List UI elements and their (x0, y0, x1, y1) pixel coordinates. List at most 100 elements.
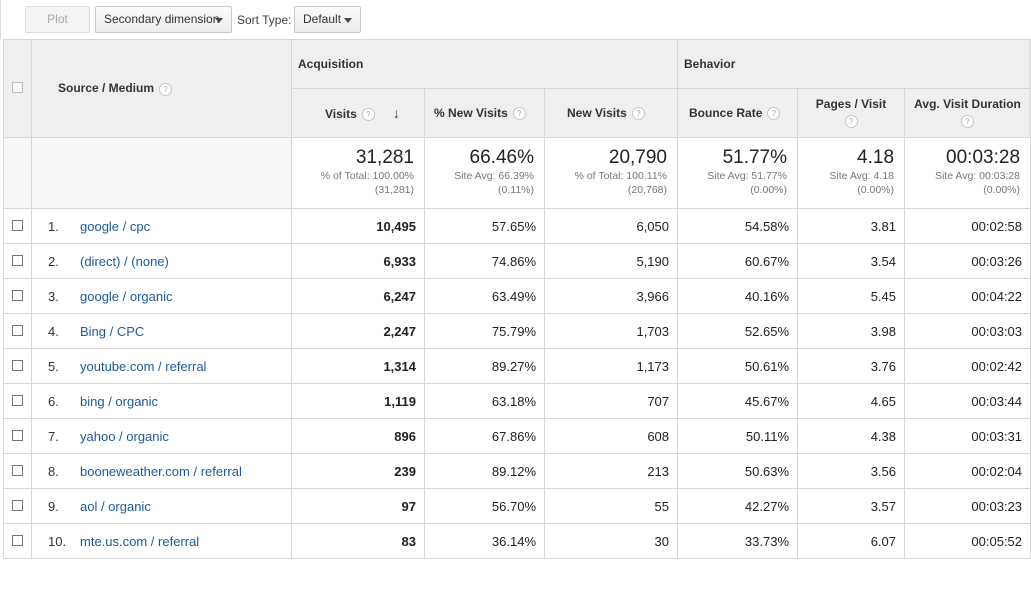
row-index: 9. (48, 498, 59, 514)
visits-cell: 97 (291, 488, 425, 524)
avg-duration-cell: 00:04:22 (904, 278, 1031, 314)
report-table: Source / Medium? Acquisition Behavior Vi… (3, 39, 1031, 559)
row-checkbox[interactable] (12, 254, 23, 266)
totals-spacer (3, 137, 32, 209)
bounce-rate-cell: 42.27% (677, 488, 799, 524)
pages-visit-header[interactable]: Pages / Visit? (797, 88, 906, 138)
source-medium-link[interactable]: (direct) / (none) (80, 254, 169, 269)
pct-new-visits-cell: 63.18% (424, 383, 545, 419)
pct-new-visits-cell: 67.86% (424, 418, 545, 454)
behavior-group-header: Behavior (677, 39, 1031, 89)
total-sub: (31,281) (374, 184, 414, 196)
source-medium-link[interactable]: mte.us.com / referral (80, 534, 199, 549)
bounce-rate-cell: 50.63% (677, 453, 799, 489)
new-visits-cell: 5,190 (543, 243, 679, 279)
source-medium-link[interactable]: youtube.com / referral (80, 359, 206, 374)
total-sub: Site Avg: 51.77% (707, 170, 788, 182)
new-visits-cell: 6,050 (543, 208, 679, 244)
help-icon[interactable]: ? (159, 82, 173, 96)
acquisition-group-header: Acquisition (290, 39, 679, 89)
avg-duration-cell: 00:03:26 (904, 243, 1031, 279)
row-select-cell (3, 278, 32, 314)
total-value: 51.77% (722, 147, 788, 168)
row-index: 10. (48, 533, 67, 549)
bounce-rate-cell: 50.11% (677, 418, 799, 454)
help-icon[interactable]: ? (631, 107, 645, 121)
row-checkbox[interactable] (12, 219, 23, 231)
pct-new-visits-cell: 57.65% (424, 208, 545, 244)
group-header-row: Source / Medium? Acquisition Behavior (3, 39, 1031, 138)
source-medium-header[interactable]: Source / Medium? (31, 39, 292, 138)
total-sub: Site Avg: 00:03:28 (934, 170, 1021, 182)
new-visits-cell: 1,703 (543, 313, 679, 349)
total-sub: (0.00%) (750, 184, 788, 196)
secondary-dimension-dropdown[interactable]: Secondary dimension (95, 6, 232, 33)
totals-label-cell (31, 137, 292, 209)
row-select-cell (3, 208, 32, 244)
new-visits-cell: 608 (543, 418, 679, 454)
total-avg-duration-cell: 00:03:28 Site Avg: 00:03:28 (0.00%) (904, 137, 1031, 209)
pct-new-visits-header[interactable]: % New Visits? (424, 88, 545, 138)
help-icon[interactable]: ? (844, 115, 858, 129)
report-toolbar: Plot Rows Secondary dimension Sort Type:… (0, 0, 1031, 51)
total-sub: % of Total: 100.11% (574, 170, 668, 182)
row-checkbox[interactable] (12, 359, 23, 371)
row-checkbox[interactable] (12, 464, 23, 476)
avg-duration-cell: 00:03:03 (904, 313, 1031, 349)
help-icon[interactable]: ? (961, 115, 975, 129)
source-medium-cell: 2. (direct) / (none) (31, 243, 292, 279)
total-sub: (0.00%) (983, 184, 1021, 196)
source-medium-cell: 1. google / cpc (31, 208, 292, 244)
source-medium-link[interactable]: google / organic (80, 289, 173, 304)
help-icon[interactable]: ? (512, 107, 526, 121)
bounce-rate-header[interactable]: Bounce Rate? (677, 88, 799, 138)
source-medium-header-label: Source / Medium (58, 81, 155, 96)
visits-header[interactable]: Visits? ↓ (291, 88, 425, 138)
row-checkbox[interactable] (12, 289, 23, 301)
new-visits-cell: 213 (543, 453, 679, 489)
bounce-rate-cell: 50.61% (677, 348, 799, 384)
row-checkbox[interactable] (12, 394, 23, 406)
table-row: 8. booneweather.com / referral 239 89.12%… (3, 453, 1031, 489)
row-checkbox[interactable] (12, 499, 23, 511)
total-bounce-rate-cell: 51.77% Site Avg: 51.77% (0.00%) (677, 137, 799, 209)
total-value: 00:03:28 (946, 147, 1021, 168)
bounce-rate-header-label: Bounce Rate (689, 105, 763, 120)
row-checkbox[interactable] (12, 534, 23, 546)
pages-visit-cell: 3.56 (797, 453, 906, 489)
help-icon[interactable]: ? (767, 107, 781, 121)
total-value: 31,281 (355, 147, 414, 168)
row-select-cell (3, 383, 32, 419)
total-pct-new-visits-cell: 66.46% Site Avg: 66.39% (0.11%) (424, 137, 545, 209)
sort-type-label: Sort Type: (237, 13, 292, 27)
pages-visit-cell: 4.65 (797, 383, 906, 419)
row-checkbox[interactable] (12, 324, 23, 336)
pct-new-visits-cell: 56.70% (424, 488, 545, 524)
row-checkbox[interactable] (12, 429, 23, 441)
visits-header-label: Visits (325, 106, 357, 121)
bounce-rate-cell: 45.67% (677, 383, 799, 419)
table-row: 4. Bing / CPC 2,247 75.79% 1,703 52.65% 3… (3, 313, 1031, 349)
pages-visit-cell: 3.76 (797, 348, 906, 384)
pages-visit-cell: 5.45 (797, 278, 906, 314)
source-medium-link[interactable]: bing / organic (80, 394, 158, 409)
source-medium-link[interactable]: Bing / CPC (80, 324, 144, 339)
sort-type-dropdown[interactable]: Default (294, 6, 361, 33)
table-row: 7. yahoo / organic 896 67.86% 608 50.11% … (3, 418, 1031, 454)
select-all-cell (3, 39, 32, 138)
new-visits-cell: 3,966 (543, 278, 679, 314)
plot-rows-button[interactable]: Plot Rows (25, 6, 90, 51)
avg-duration-header[interactable]: Avg. Visit Duration? (904, 88, 1031, 138)
new-visits-header[interactable]: New Visits? (543, 88, 679, 138)
bounce-rate-cell: 33.73% (677, 523, 799, 559)
visits-cell: 896 (291, 418, 425, 454)
help-icon[interactable]: ? (361, 108, 375, 122)
row-index: 7. (48, 428, 59, 444)
source-medium-link[interactable]: google / cpc (80, 219, 150, 234)
total-value: 20,790 (608, 147, 668, 168)
chevron-down-icon (344, 18, 352, 23)
source-medium-link[interactable]: yahoo / organic (80, 429, 169, 444)
source-medium-link[interactable]: aol / organic (80, 499, 151, 514)
source-medium-link[interactable]: booneweather.com / referral (80, 464, 242, 479)
select-all-checkbox[interactable] (12, 81, 23, 93)
